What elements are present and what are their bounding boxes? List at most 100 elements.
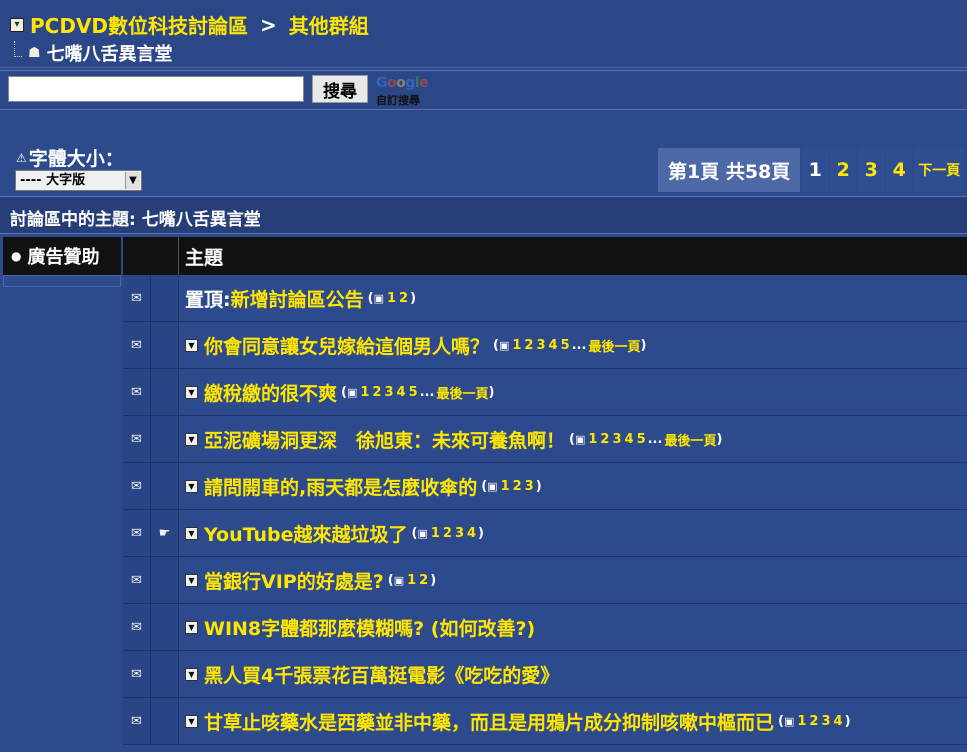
goto-first-unread-icon[interactable]: ▼ bbox=[185, 479, 198, 493]
thread-page-link[interactable]: 4 bbox=[549, 338, 559, 353]
thread-page-link[interactable]: 3 bbox=[821, 714, 831, 729]
thread-page-link[interactable]: 2 bbox=[524, 338, 534, 353]
thread-page-link[interactable]: 2 bbox=[372, 385, 382, 400]
goto-first-unread-icon[interactable]: ▼ bbox=[185, 526, 198, 540]
table-row: ✉ ▼ 請問開車的,雨天都是怎麼收傘的(▣ 1 2 3 ) bbox=[123, 463, 967, 510]
thread-page-link[interactable]: 1 bbox=[797, 714, 807, 729]
thread-page-links: (▣ 1 2 3 4 5 ... 最後一頁 ) bbox=[493, 336, 647, 355]
goto-first-unread-icon[interactable]: ▼ bbox=[185, 338, 198, 352]
font-size-label-text: 字體大小： bbox=[28, 148, 124, 170]
goto-first-unread-icon[interactable]: ▼ bbox=[185, 620, 198, 634]
thread-page-link[interactable]: 5 bbox=[561, 338, 571, 353]
multipage-icon: ▣ bbox=[346, 385, 358, 399]
thread-table-header: 主題 bbox=[123, 237, 967, 275]
thread-title-link[interactable]: 你會同意讓女兒嫁給這個男人嗎？ bbox=[204, 332, 489, 359]
next-page-link[interactable]: 下一頁 bbox=[914, 148, 965, 192]
thread-page-link[interactable]: 2 bbox=[513, 479, 523, 494]
thread-page-links: (▣ 1 2 3 4 ) bbox=[778, 713, 851, 729]
page-link-3[interactable]: 3 bbox=[858, 148, 885, 192]
page-link-1[interactable]: 1 bbox=[802, 148, 829, 192]
goto-first-unread-icon[interactable]: ▼ bbox=[185, 432, 198, 446]
thread-page-link[interactable]: 1 bbox=[431, 526, 441, 541]
thread-page-link[interactable]: 5 bbox=[409, 385, 419, 400]
thread-page-link[interactable]: 1 bbox=[387, 291, 397, 306]
thread-status-cell: ✉ bbox=[123, 369, 151, 415]
thread-title-link[interactable]: 甘草止咳藥水是西藥並非中藥，而且是用鴉片成分抑制咳嗽中樞而已 bbox=[204, 708, 774, 735]
thread-title-link[interactable]: WIN8字體都那麼模糊嗎? (如何改善?) bbox=[204, 614, 535, 641]
breadcrumb: ▾ PCDVD數位科技討論區 > 其他群組 bbox=[10, 10, 369, 39]
thread-status-cell: ✉ bbox=[123, 322, 151, 368]
thread-page-link[interactable]: 4 bbox=[397, 385, 407, 400]
thread-post-icon-cell bbox=[151, 604, 179, 650]
envelope-icon: ✉ bbox=[131, 478, 142, 494]
topic-column-header: 主題 bbox=[185, 247, 224, 269]
thread-page-links: (▣ 1 2 ) bbox=[367, 290, 417, 306]
search-input[interactable] bbox=[8, 76, 304, 102]
forum-icon: ▾ bbox=[10, 17, 24, 32]
thread-topic-cell: ▼ 請問開車的,雨天都是怎麼收傘的(▣ 1 2 3 ) bbox=[179, 463, 967, 509]
thread-page-link[interactable]: 4 bbox=[625, 432, 635, 447]
thread-page-link[interactable]: 2 bbox=[399, 291, 409, 306]
thread-page-link[interactable]: 1 bbox=[512, 338, 522, 353]
thread-title-link[interactable]: 請問開車的,雨天都是怎麼收傘的 bbox=[204, 473, 477, 500]
thread-status-cell: ✉ bbox=[123, 510, 151, 556]
thread-page-link[interactable]: 2 bbox=[600, 432, 610, 447]
thread-page-link[interactable]: 3 bbox=[525, 479, 535, 494]
thread-last-page-link[interactable]: 最後一頁 bbox=[664, 430, 716, 449]
thread-topic-cell: ▼ 甘草止咳藥水是西藥並非中藥，而且是用鴉片成分抑制咳嗽中樞而已(▣ 1 2 3 4 ) bbox=[179, 698, 967, 744]
table-row: ✉ ☛ ▼ YouTube越來越垃圾了(▣ 1 2 3 4 ) bbox=[123, 510, 967, 557]
thread-page-link[interactable]: 3 bbox=[384, 385, 394, 400]
thread-page-link[interactable]: 1 bbox=[407, 573, 417, 588]
thread-page-link[interactable]: 4 bbox=[467, 526, 477, 541]
goto-first-unread-icon[interactable]: ▼ bbox=[185, 385, 198, 399]
thread-page-link[interactable]: 2 bbox=[809, 714, 819, 729]
thread-page-link[interactable]: 1 bbox=[360, 385, 370, 400]
breadcrumb-group-link[interactable]: 其他群組 bbox=[289, 10, 369, 39]
home-icon: ☗ bbox=[28, 45, 41, 61]
thread-title-link[interactable]: 新增討論區公告 bbox=[231, 285, 364, 312]
font-size-select[interactable]: ---- 大字版 ▼ bbox=[15, 170, 142, 191]
font-size-label: ⚠ 字體大小： bbox=[16, 144, 124, 171]
thread-page-link[interactable]: 2 bbox=[443, 526, 453, 541]
page-link-2[interactable]: 2 bbox=[830, 148, 857, 192]
envelope-icon: ✉ bbox=[131, 525, 142, 541]
font-size-selected: ---- 大字版 bbox=[20, 173, 86, 188]
pointing-hand-icon: ☛ bbox=[158, 525, 171, 541]
thread-page-link[interactable]: 4 bbox=[834, 714, 844, 729]
breadcrumb-forum-link[interactable]: PCDVD數位科技討論區 bbox=[30, 10, 248, 39]
thread-page-link[interactable]: 5 bbox=[637, 432, 647, 447]
thread-page-links: (▣ 1 2 ) bbox=[387, 572, 437, 588]
thread-status-cell: ✉ bbox=[123, 604, 151, 650]
page-link-4[interactable]: 4 bbox=[886, 148, 913, 192]
thread-post-icon-cell bbox=[151, 369, 179, 415]
thread-page-link[interactable]: 2 bbox=[419, 573, 429, 588]
thread-post-icon-cell bbox=[151, 557, 179, 603]
board-title: 七嘴八舌異言堂 bbox=[46, 44, 173, 65]
icon-column-header bbox=[123, 237, 179, 275]
search-button[interactable]: 搜尋 bbox=[312, 75, 368, 103]
search-bar: 搜尋 Google 自訂搜尋 bbox=[0, 70, 967, 110]
thread-title-link[interactable]: 繳稅繳的很不爽 bbox=[204, 379, 337, 406]
thread-title-link[interactable]: 當銀行VIP的好處是? bbox=[204, 567, 384, 594]
thread-status-cell: ✉ bbox=[123, 275, 151, 321]
thread-title-link[interactable]: 黑人買4千張票花百萬挺電影《吃吃的愛》 bbox=[204, 661, 559, 688]
warning-icon: ⚠ bbox=[16, 150, 27, 165]
thread-title-link[interactable]: 亞泥礦場洞更深 徐旭東：未來可養魚啊！ bbox=[204, 426, 565, 453]
thread-post-icon-cell bbox=[151, 322, 179, 368]
ad-label: 廣告贊助 bbox=[27, 247, 100, 268]
multipage-icon: ▣ bbox=[783, 714, 795, 728]
goto-first-unread-icon[interactable]: ▼ bbox=[185, 667, 198, 681]
thread-topic-cell: ▼ 繳稅繳的很不爽(▣ 1 2 3 4 5 ... 最後一頁 ) bbox=[179, 369, 967, 415]
thread-page-link[interactable]: 1 bbox=[588, 432, 598, 447]
thread-title-link[interactable]: YouTube越來越垃圾了 bbox=[204, 520, 407, 547]
thread-page-link[interactable]: 3 bbox=[612, 432, 622, 447]
thread-page-link[interactable]: 3 bbox=[455, 526, 465, 541]
thread-page-link[interactable]: 1 bbox=[501, 479, 511, 494]
goto-first-unread-icon[interactable]: ▼ bbox=[185, 573, 198, 587]
thread-status-cell: ✉ bbox=[123, 416, 151, 462]
thread-topic-cell: ▼ 亞泥礦場洞更深 徐旭東：未來可養魚啊！(▣ 1 2 3 4 5 ... 最後一頁 ) bbox=[179, 416, 967, 462]
goto-first-unread-icon[interactable]: ▼ bbox=[185, 714, 198, 728]
thread-last-page-link[interactable]: 最後一頁 bbox=[436, 383, 488, 402]
thread-last-page-link[interactable]: 最後一頁 bbox=[588, 336, 640, 355]
thread-page-link[interactable]: 3 bbox=[536, 338, 546, 353]
